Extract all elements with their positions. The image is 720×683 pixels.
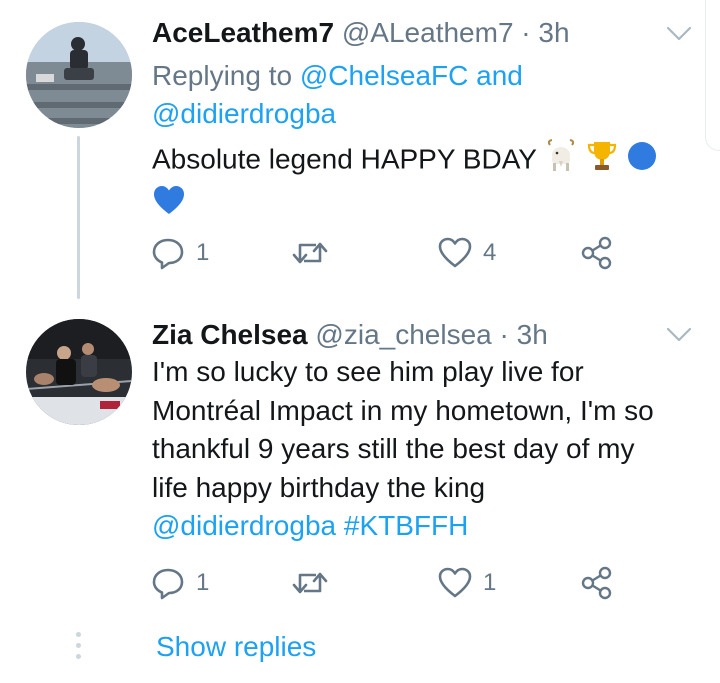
like-count: 4	[483, 239, 497, 266]
share-icon	[580, 235, 614, 271]
tweet-text-line: life happy birthday the king	[152, 471, 486, 503]
timestamp[interactable]: 3h	[538, 17, 569, 48]
heart-icon	[437, 566, 473, 600]
mention-link[interactable]: @didierdrogba	[152, 510, 336, 541]
show-replies-link[interactable]: Show replies	[156, 630, 316, 664]
like-button[interactable]: 4	[437, 233, 496, 273]
reply-button[interactable]: 1	[150, 563, 209, 603]
display-name[interactable]: Zia Chelsea	[152, 319, 308, 350]
heart-icon	[437, 236, 473, 270]
avatar[interactable]	[26, 319, 132, 425]
reply-icon	[150, 235, 186, 271]
tweet-actions: 1 1	[150, 563, 620, 603]
hashtag-link[interactable]: #KTBFFH	[344, 510, 468, 541]
tweet-text: I'm so lucky to see him play live for Mo…	[152, 353, 692, 546]
trophy-icon	[586, 139, 618, 184]
reply-button[interactable]: 1	[150, 233, 209, 273]
goat-icon	[544, 139, 578, 184]
replying-label: Replying to	[152, 60, 293, 91]
replying-and[interactable]: and	[476, 60, 523, 91]
separator: ·	[499, 319, 509, 350]
mention-link[interactable]: @ChelseaFC	[300, 60, 468, 91]
tweet[interactable]: AceLeathem7 @ALeathem7 · 3h Replying to …	[0, 0, 720, 305]
blue-circle-icon	[626, 140, 658, 183]
tweet-header: AceLeathem7 @ALeathem7 · 3h	[152, 16, 570, 50]
blue-heart-icon	[152, 184, 186, 227]
chevron-down-icon[interactable]	[666, 26, 692, 42]
like-button[interactable]: 1	[437, 563, 496, 603]
reply-count: 1	[196, 569, 210, 596]
tweet[interactable]: Zia Chelsea @zia_chelsea · 3h I'm so luc…	[0, 305, 720, 683]
tweet-actions: 1 4	[150, 233, 620, 273]
tweet-text-content: Absolute legend HAPPY BDAY	[152, 143, 537, 175]
share-icon	[580, 565, 614, 601]
user-handle[interactable]: @zia_chelsea	[315, 319, 491, 350]
retweet-icon	[290, 565, 330, 601]
share-button[interactable]	[580, 563, 614, 603]
retweet-button[interactable]	[290, 563, 340, 603]
tweet-text-line: I'm so lucky to see him play live for	[152, 356, 584, 387]
like-count: 1	[483, 569, 497, 596]
tweet-header: Zia Chelsea @zia_chelsea · 3h	[152, 318, 548, 352]
thread-line	[77, 136, 80, 299]
timestamp[interactable]: 3h	[517, 319, 548, 350]
retweet-icon	[290, 235, 330, 271]
separator: ·	[521, 17, 531, 48]
tweet-text-line: Montréal Impact in my hometown, I'm so	[152, 394, 654, 426]
display-name[interactable]: AceLeathem7	[152, 17, 334, 48]
reply-count: 1	[196, 239, 210, 266]
share-button[interactable]	[580, 233, 614, 273]
more-replies-dots	[76, 632, 82, 662]
tweet-text-line: thankful 9 years still the best day of m…	[152, 433, 635, 464]
tweet-text: Absolute legend HAPPY BDAY	[152, 139, 692, 226]
mention-link[interactable]: @didierdrogba	[152, 98, 336, 129]
avatar[interactable]	[26, 22, 132, 128]
reply-icon	[150, 565, 186, 601]
chevron-down-icon[interactable]	[666, 327, 692, 343]
user-handle[interactable]: @ALeathem7	[342, 17, 514, 48]
replying-to: Replying to @ChelseaFC and @didierdrogba	[152, 57, 672, 133]
retweet-button[interactable]	[290, 233, 340, 273]
